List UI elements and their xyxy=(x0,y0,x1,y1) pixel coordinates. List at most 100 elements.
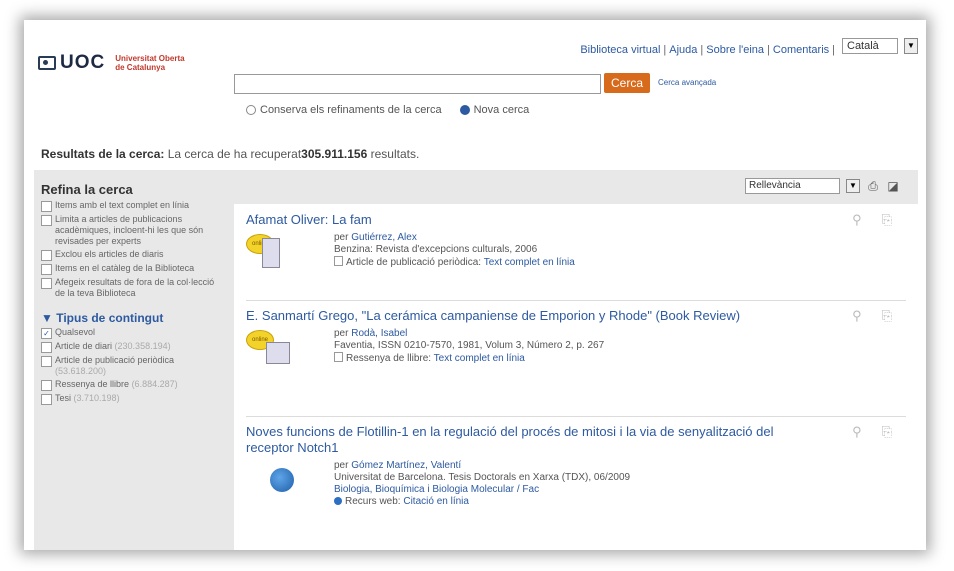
content-type-label: Article de diari xyxy=(55,341,113,351)
results-summary-text: La cerca de ha recuperat xyxy=(167,147,302,161)
language-select[interactable]: Català ▼ xyxy=(842,38,918,54)
search-icon[interactable]: ⚲ xyxy=(852,308,862,324)
result-item: Noves funcions de Flotillin-1 en la regu… xyxy=(246,424,906,550)
refine-title: Refina la cerca xyxy=(41,182,133,197)
save-icon[interactable]: ⎘ xyxy=(882,308,892,324)
result-thumbnail: online xyxy=(246,232,306,274)
results-summary: Resultats de la cerca: La cerca de ha re… xyxy=(41,147,419,161)
review-icon xyxy=(334,352,343,362)
content-type-label: Article de publicació periòdica xyxy=(55,355,175,365)
rss-icon[interactable]: ◪ xyxy=(886,179,900,193)
logo-subtitle-line1: Universitat Oberta xyxy=(115,54,185,63)
results-summary-suffix: resultats. xyxy=(370,147,420,161)
content-type-any[interactable]: ✓ Qualsevol xyxy=(41,327,226,339)
advanced-search-link[interactable]: Cerca avançada xyxy=(658,78,716,87)
content-type-journal[interactable]: Article de publicació periòdica (53.618.… xyxy=(41,355,226,377)
author-prefix: per xyxy=(334,328,349,339)
refine-full-text[interactable]: Items amb el text complet en línia xyxy=(41,200,226,212)
checkbox-checked[interactable]: ✓ xyxy=(41,328,52,339)
result-author-link[interactable]: Gómez Martínez, Valentí xyxy=(351,460,461,471)
content-type-newspaper[interactable]: Article de diari (230.358.194) xyxy=(41,341,226,353)
globe-icon xyxy=(270,468,294,492)
content-type-thesis[interactable]: Tesi (3.710.198) xyxy=(41,393,226,405)
result-title[interactable]: Afamat Oliver: La fam xyxy=(246,212,786,228)
logo-mark-icon xyxy=(38,56,56,70)
logo-subtitle: Universitat Oberta de Catalunya xyxy=(115,54,184,72)
result-author-link[interactable]: Rodà, Isabel xyxy=(351,328,407,339)
result-type: Article de publicació periòdica: xyxy=(346,257,482,268)
checkbox[interactable] xyxy=(41,250,52,261)
checkbox[interactable] xyxy=(41,201,52,212)
checkbox[interactable] xyxy=(41,356,52,367)
checkbox[interactable] xyxy=(41,394,52,405)
refine-label: Limita a articles de publicacions acadèm… xyxy=(55,214,204,246)
triangle-down-icon: ▼ xyxy=(41,311,53,325)
radio-keep-refinements[interactable]: Conserva els refinaments de la cerca xyxy=(246,104,442,116)
checkbox[interactable] xyxy=(41,264,52,275)
refine-academic[interactable]: Limita a articles de publicacions acadèm… xyxy=(41,214,226,247)
result-item: Afamat Oliver: La fam ⚲ ⎘ online per Guti… xyxy=(246,212,906,301)
content-type-label: Tesi xyxy=(55,393,72,403)
result-title[interactable]: E. Sanmartí Grego, "La cerámica campanie… xyxy=(246,308,786,324)
sidebar: Items amb el text complet en línia Limit… xyxy=(41,200,226,407)
result-type: Recurs web: xyxy=(345,496,401,507)
search-input[interactable] xyxy=(234,74,601,94)
chevron-down-icon[interactable]: ▼ xyxy=(846,179,860,193)
top-links: Biblioteca virtual | Ajuda | Sobre l'eina | Co… xyxy=(580,44,835,56)
refine-exclude-newspapers[interactable]: Exclou els articles de diaris xyxy=(41,249,226,261)
radio-new-label: Nova cerca xyxy=(473,104,530,116)
checkbox[interactable] xyxy=(41,342,52,353)
checkbox[interactable] xyxy=(41,380,52,391)
search-icon[interactable]: ⚲ xyxy=(852,212,862,228)
document-icon xyxy=(334,256,343,266)
radio-keep-label: Conserva els refinaments de la cerca xyxy=(260,104,442,116)
search-icon[interactable]: ⚲ xyxy=(852,424,862,440)
result-thumbnail xyxy=(246,460,306,502)
radio-new-search[interactable]: Nova cerca xyxy=(459,104,530,116)
result-access-link[interactable]: Text complet en línia xyxy=(484,257,575,268)
language-value[interactable]: Català xyxy=(842,38,898,54)
facet-title-label: Tipus de contingut xyxy=(56,311,164,325)
result-source: Benzina: Revista d'excepcions culturals,… xyxy=(334,244,538,255)
search-mode-radios: Conserva els refinaments de la cerca Nov… xyxy=(246,104,529,116)
link-ajuda[interactable]: Ajuda xyxy=(669,44,697,56)
logo-subtitle-line2: de Catalunya xyxy=(115,63,166,72)
radio-on-icon xyxy=(459,105,470,115)
search-button[interactable]: Cerca xyxy=(604,73,651,93)
author-prefix: per xyxy=(334,460,349,471)
result-actions: ⚲ ⎘ xyxy=(852,308,892,324)
link-biblioteca-virtual[interactable]: Biblioteca virtual xyxy=(580,44,660,56)
sort-select[interactable]: Rellevància xyxy=(745,178,840,194)
content-type-book-review[interactable]: Ressenya de llibre (6.884.287) xyxy=(41,379,226,391)
checkbox[interactable] xyxy=(41,278,52,289)
content-type-label: Qualsevol xyxy=(55,327,96,337)
refine-outside-collection[interactable]: Afegeix resultats de fora de la col·lecc… xyxy=(41,277,226,299)
save-icon[interactable]: ⎘ xyxy=(882,424,892,440)
chevron-down-icon[interactable]: ▼ xyxy=(904,38,918,54)
result-access-link[interactable]: Text complet en línia xyxy=(434,353,525,364)
result-thumbnail: online xyxy=(246,328,306,370)
link-sobre-eina[interactable]: Sobre l'eina xyxy=(706,44,764,56)
result-source: Universitat de Barcelona. Tesis Doctoral… xyxy=(334,472,631,483)
results-summary-label: Resultats de la cerca: xyxy=(41,147,165,161)
refine-catalog[interactable]: Items en el catàleg de la Biblioteca xyxy=(41,263,226,275)
content-type-label: Ressenya de llibre xyxy=(55,379,130,389)
sort-bar: Rellevància ▼ ⎙ ◪ xyxy=(745,178,900,194)
refine-label: Items en el catàleg de la Biblioteca xyxy=(55,263,195,273)
result-source: Faventia, ISSN 0210-7570, 1981, Volum 3,… xyxy=(334,340,605,351)
save-icon[interactable]: ⎘ xyxy=(882,212,892,228)
uoc-logo[interactable]: UOC Universitat Oberta de Catalunya xyxy=(38,52,185,74)
content-type-count: (230.358.194) xyxy=(114,341,171,351)
result-subject-link[interactable]: Biologia, Bioquímica i Biologia Molecula… xyxy=(334,484,539,495)
result-access-link[interactable]: Citació en línia xyxy=(403,496,469,507)
result-title[interactable]: Noves funcions de Flotillin-1 en la regu… xyxy=(246,424,786,456)
link-comentaris[interactable]: Comentaris xyxy=(773,44,829,56)
result-author-link[interactable]: Gutiérrez, Alex xyxy=(351,232,417,243)
book-review-icon xyxy=(266,342,290,364)
print-icon[interactable]: ⎙ xyxy=(866,179,880,193)
content-type-count: (3.710.198) xyxy=(73,393,120,403)
page-frame: UOC Universitat Oberta de Catalunya Bibl… xyxy=(24,20,926,550)
facet-content-type[interactable]: ▼ Tipus de contingut xyxy=(41,311,226,325)
content-type-count: (6.884.287) xyxy=(131,379,178,389)
checkbox[interactable] xyxy=(41,215,52,226)
